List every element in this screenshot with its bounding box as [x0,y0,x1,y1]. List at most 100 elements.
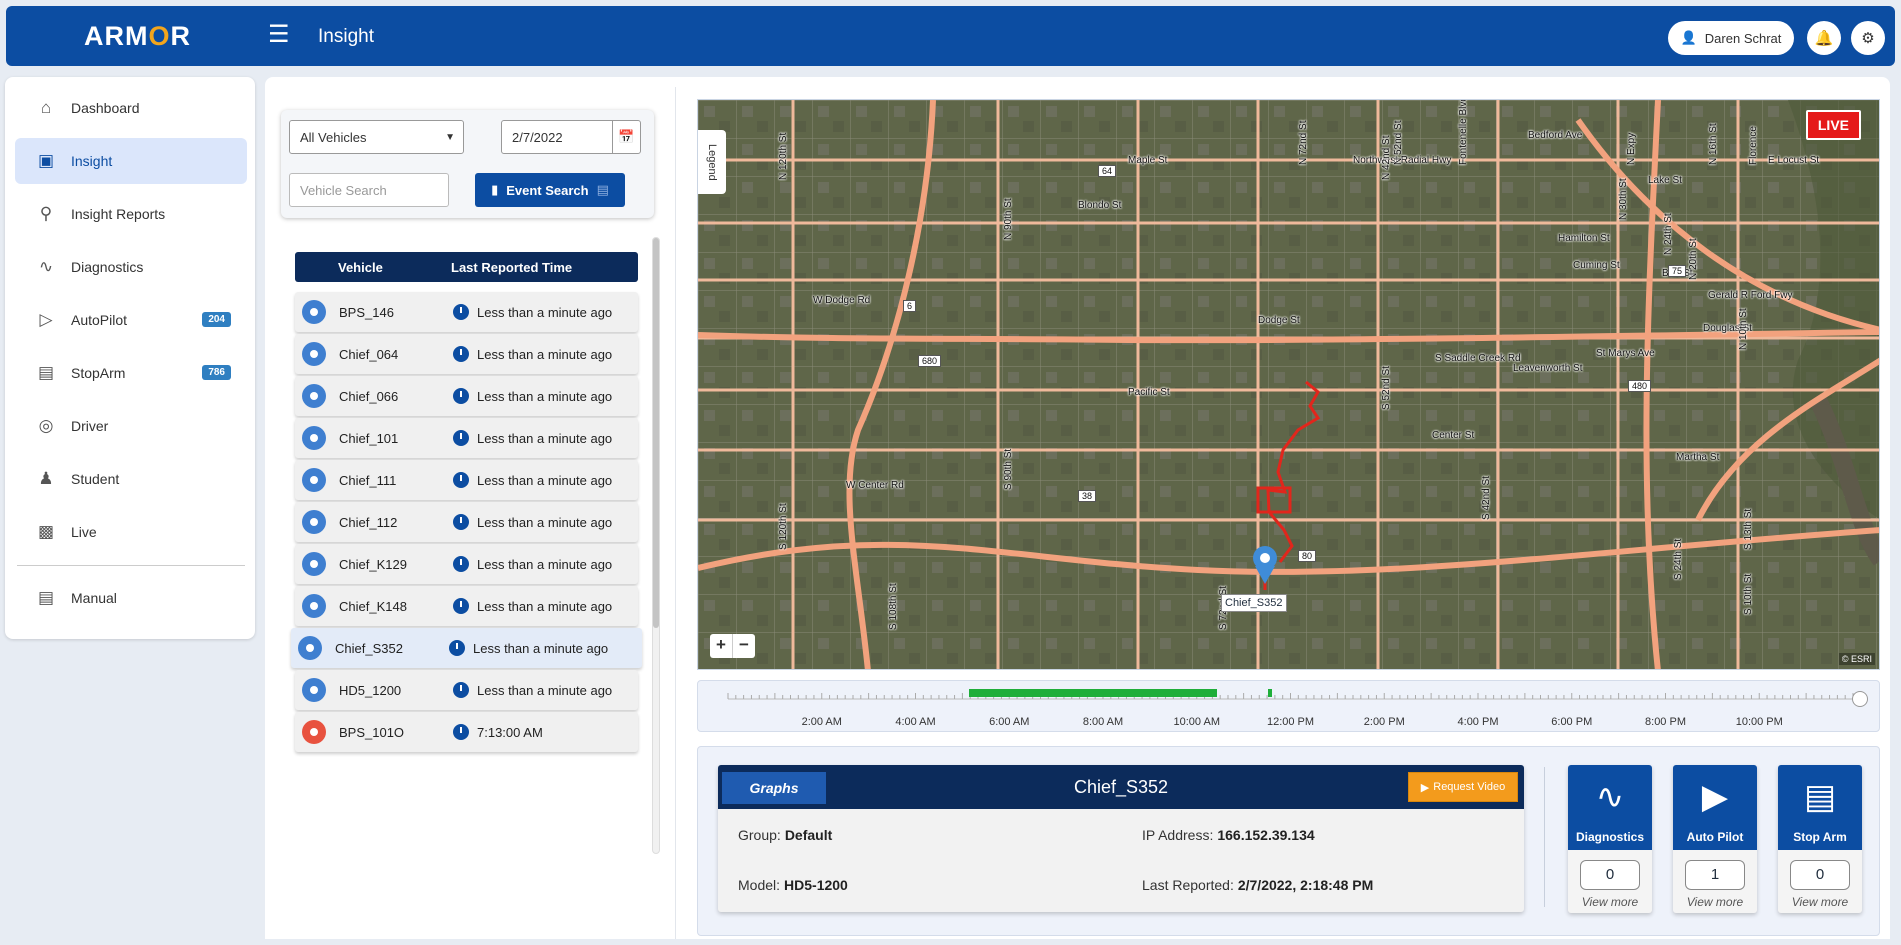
vehicle-name: Chief_K129 [339,557,407,572]
street-label: Blondo St [1078,200,1122,211]
sidebar-item-insight[interactable]: ▣ Insight [15,138,247,184]
highway-shield-label: 75 [1668,265,1687,277]
clock-icon [453,346,469,362]
timeline-end-handle[interactable] [1852,691,1868,707]
vehicle-row[interactable]: Chief_K148 Less than a minute ago [295,586,638,626]
event-search-button[interactable]: ▮ Event Search ▤ [475,173,625,207]
notifications-bell-icon[interactable]: 🔔 [1807,21,1841,55]
bus-search-icon: ▤ [596,182,609,197]
sidebar-item-student[interactable]: ♟ Student [15,456,247,502]
zoom-controls: + − [710,634,755,658]
group-field: Group: Default [738,827,833,843]
vehicle-last-reported: Less than a minute ago [477,473,613,488]
vehicle-last-reported: Less than a minute ago [477,515,613,530]
stoparm-stat-card[interactable]: ▤ Stop Arm 0 View more [1778,765,1862,913]
sidebar-item-diagnostics[interactable]: ∿ Diagnostics [15,244,247,290]
street-label: N Expy [1626,132,1637,165]
street-label: S 42nd St [1481,476,1492,520]
diagnostics-view-more-link[interactable]: View more [1568,895,1652,909]
live-map[interactable]: Maple St Blondo St W Dodge Rd Dodge St Pacif… [697,99,1880,670]
date-picker-input[interactable]: 2/7/2022 📅 [501,120,641,154]
home-icon: ⌂ [40,98,52,117]
clock-icon [453,388,469,404]
request-video-button[interactable]: ▶ Request Video [1408,772,1518,802]
timeline-hour-label: 4:00 AM [895,716,936,728]
stoparm-count: 0 [1790,860,1850,890]
caret-down-icon: ▼ [445,132,455,143]
timeline-slider[interactable]: 2:00 AM 4:00 AM 6:00 AM 8:00 AM 10:00 AM 12:0… [697,680,1880,732]
sidebar-item-stoparm[interactable]: ▤ StopArm 786 [15,350,247,396]
vehicle-card-header: Chief_S352 Graphs ▶ Request Video [718,765,1524,809]
vehicle-row[interactable]: Chief_066 Less than a minute ago [295,376,638,416]
vehicle-row[interactable]: Chief_064 Less than a minute ago [295,334,638,374]
map-legend-tab[interactable]: Legend [698,130,726,194]
vehicle-last-reported: Less than a minute ago [477,347,613,362]
street-label: N 90th St [1003,198,1014,240]
student-icon: ♟ [38,469,54,488]
street-label: N 24th St [1663,213,1674,255]
vehicle-status-icon [302,384,326,408]
vehicle-status-icon [302,678,326,702]
sidebar-item-manual[interactable]: ▤ Manual [15,575,247,621]
timeline-hour-label: 12:00 PM [1266,716,1315,728]
timeline-hour-label: 4:00 PM [1457,716,1499,728]
book-icon: ▤ [37,588,55,607]
sidebar-item-driver[interactable]: ◎ Driver [15,403,247,449]
autopilot-stat-card[interactable]: ▶ Auto Pilot 1 View more [1673,765,1757,913]
clock-icon [449,640,465,656]
street-label: Leavenworth St [1513,363,1583,374]
street-label: Dodge St [1258,315,1300,326]
pulse-icon: ∿ [38,257,54,276]
vehicle-status-icon [298,636,322,660]
last-reported-field: Last Reported: 2/7/2022, 2:18:48 PM [1142,877,1374,893]
sidebar-item-live[interactable]: ▩ Live [15,509,247,555]
street-label: Hamilton St [1558,233,1610,244]
vehicle-pin-label[interactable]: Chief_S352 [1221,594,1287,612]
highway-shield-label: 680 [918,355,942,367]
user-menu-button[interactable]: 👤 Daren Schrat [1668,21,1794,55]
sidebar-item-autopilot[interactable]: ▷ AutoPilot 204 [15,297,247,343]
vehicle-row[interactable]: BPS_101O 7:13:00 AM [295,712,638,752]
hamburger-menu-icon[interactable]: ☰ [268,23,290,47]
vehicle-row[interactable]: Chief_K129 Less than a minute ago [295,544,638,584]
vehicle-list-scrollbar[interactable] [652,237,660,854]
vehicle-status-icon [302,594,326,618]
vehicle-row[interactable]: Chief_111 Less than a minute ago [295,460,638,500]
vehicle-row[interactable]: Chief_101 Less than a minute ago [295,418,638,458]
vehicle-search-input[interactable] [289,173,449,207]
vehicle-last-reported: Less than a minute ago [477,557,613,572]
zoom-out-button[interactable]: − [732,634,755,658]
sidebar-item-insight-reports[interactable]: ⚲ Insight Reports [15,191,247,237]
diagnostics-stat-card[interactable]: ∿ Diagnostics 0 View more [1568,765,1652,913]
sidebar-item-dashboard[interactable]: ⌂ Dashboard [15,85,247,131]
vehicle-last-reported: Less than a minute ago [477,683,613,698]
vehicle-name: HD5_1200 [339,683,402,698]
autopilot-view-more-link[interactable]: View more [1673,895,1757,909]
calendar-icon[interactable]: 📅 [612,121,640,153]
zoom-in-button[interactable]: + [710,634,732,658]
graphs-tab[interactable]: Graphs [722,772,826,804]
vehicle-row[interactable]: Chief_112 Less than a minute ago [295,502,638,542]
vehicle-status-icon [302,426,326,450]
settings-gear-icon[interactable]: ⚙ [1851,21,1885,55]
scrollbar-thumb[interactable] [653,238,659,628]
vehicle-last-reported: Less than a minute ago [477,389,613,404]
vehicle-status-icon [302,720,326,744]
timeline-track [727,689,1854,700]
vehicle-row[interactable]: BPS_146 Less than a minute ago [295,292,638,332]
armor-logo[interactable]: ARMOR [84,21,191,52]
vehicle-row[interactable]: HD5_1200 Less than a minute ago [295,670,638,710]
vehicle-row[interactable]: Chief_S352 Less than a minute ago [291,628,642,668]
filter-panel: All Vehicles ▼ 2/7/2022 📅 ▮ Event Search… [281,110,654,218]
clock-icon [453,514,469,530]
video-camera-icon: ▩ [37,522,55,541]
timeline-hour-label: 6:00 AM [989,716,1030,728]
street-label: S 120th St [778,503,789,550]
bus-icon: ▤ [37,363,55,382]
stoparm-view-more-link[interactable]: View more [1778,895,1862,909]
vehicle-filter-select[interactable]: All Vehicles ▼ [289,120,464,154]
user-name: Daren Schrat [1704,30,1782,46]
timeline-hour-label: 2:00 PM [1363,716,1405,728]
street-label: S Saddle Creek Rd [1435,353,1521,364]
vehicle-status-icon [302,300,326,324]
